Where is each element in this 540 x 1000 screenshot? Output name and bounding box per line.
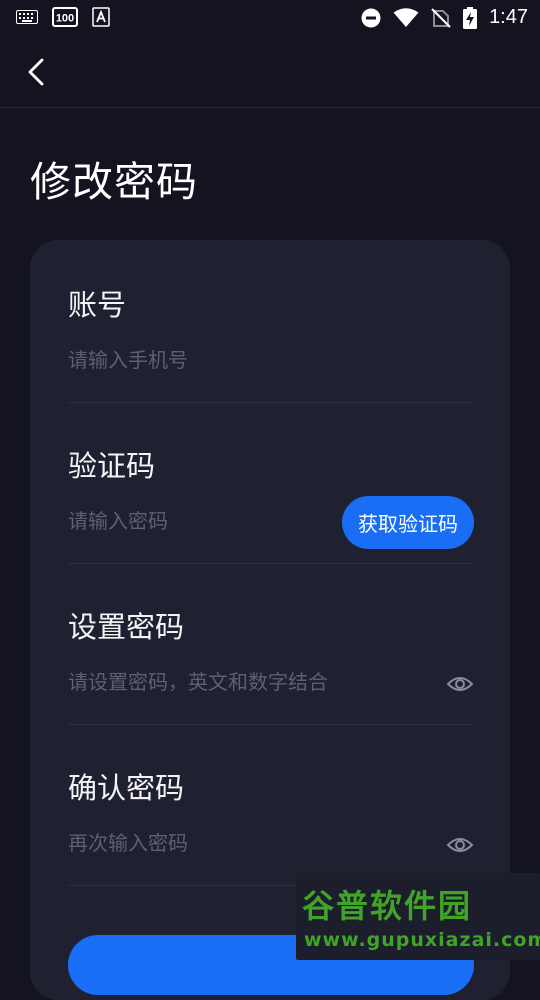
battery-saver-icon: 100	[52, 7, 78, 27]
phone-input[interactable]	[68, 338, 328, 382]
watermark-title: 谷普软件园	[302, 887, 473, 925]
status-left-icons: 100	[16, 7, 110, 27]
do-not-disturb-icon	[361, 8, 381, 27]
watermark: 谷普软件园 www.gupuxiazai.com	[296, 873, 540, 960]
keyboard-icon	[16, 10, 38, 24]
confirm-password-label: 确认密码	[68, 771, 185, 805]
account-field: 账号	[68, 240, 474, 403]
battery-charging-icon	[463, 6, 478, 29]
watermark-url: www.gupuxiazai.com	[304, 929, 540, 951]
battery-badge-text: 100	[56, 13, 74, 25]
password-input[interactable]	[68, 660, 428, 704]
eye-icon[interactable]	[446, 670, 474, 698]
eye-icon[interactable]	[446, 831, 474, 859]
confirm-password-field: 确认密码	[68, 723, 474, 886]
font-a-icon	[92, 7, 110, 27]
no-sim-icon	[431, 7, 451, 28]
wifi-icon	[393, 7, 419, 27]
get-code-button[interactable]: 获取验证码	[342, 496, 474, 549]
set-password-label: 设置密码	[68, 610, 185, 644]
page-title: 修改密码	[30, 158, 198, 206]
verification-code-input[interactable]	[68, 499, 328, 543]
verification-code-label: 验证码	[68, 449, 156, 483]
status-right-icons: 1:47	[361, 6, 528, 29]
status-bar: 100 1:47	[0, 0, 540, 36]
chevron-left-icon	[28, 58, 44, 86]
account-label: 账号	[68, 288, 127, 322]
verification-code-field: 验证码 获取验证码	[68, 401, 474, 564]
status-time: 1:47	[489, 6, 528, 28]
confirm-password-input[interactable]	[68, 821, 328, 865]
app-header	[0, 36, 540, 108]
set-password-field: 设置密码	[68, 562, 474, 725]
back-button[interactable]	[22, 56, 54, 88]
